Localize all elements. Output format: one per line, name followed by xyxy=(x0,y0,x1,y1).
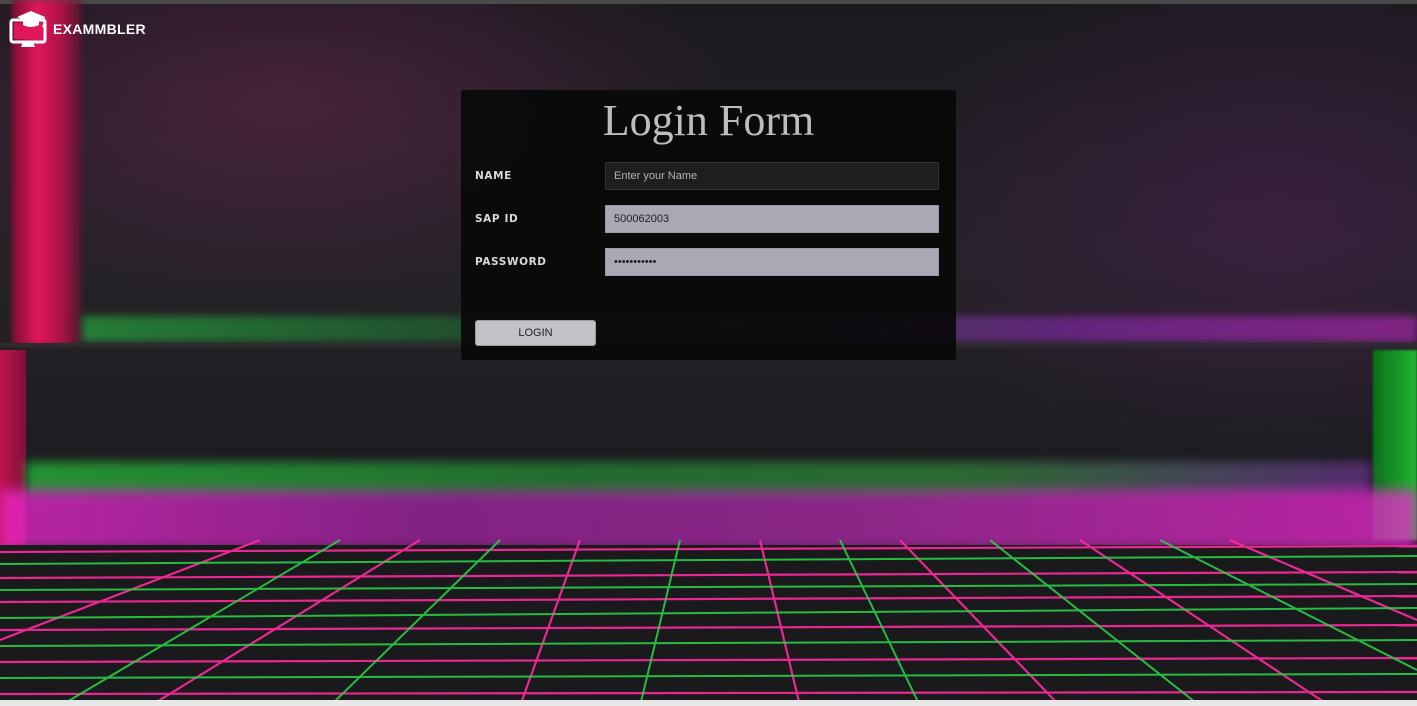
bottom-border xyxy=(0,700,1417,706)
password-label: PASSWORD xyxy=(475,256,547,268)
form-title: Login Form xyxy=(602,96,815,145)
top-border xyxy=(0,0,1417,4)
sap-id-input[interactable] xyxy=(605,205,939,233)
brand-name: EXAMMBLER xyxy=(53,21,146,37)
brand-logo[interactable]: EXAMMBLER xyxy=(9,8,146,48)
login-page: EXAMMBLER Login Form NAME SAP ID PASSWOR… xyxy=(0,0,1417,706)
name-label: NAME xyxy=(475,170,512,182)
sap-id-label: SAP ID xyxy=(475,213,519,225)
background-red-light xyxy=(12,0,82,345)
password-input[interactable] xyxy=(605,248,939,276)
login-button[interactable]: LOGIN xyxy=(475,320,596,346)
neon-grid-floor xyxy=(0,538,1417,706)
login-form: Login Form NAME SAP ID PASSWORD LOGIN xyxy=(461,90,956,360)
monitor-graduation-cap-icon xyxy=(9,11,47,47)
name-input[interactable] xyxy=(605,162,939,190)
